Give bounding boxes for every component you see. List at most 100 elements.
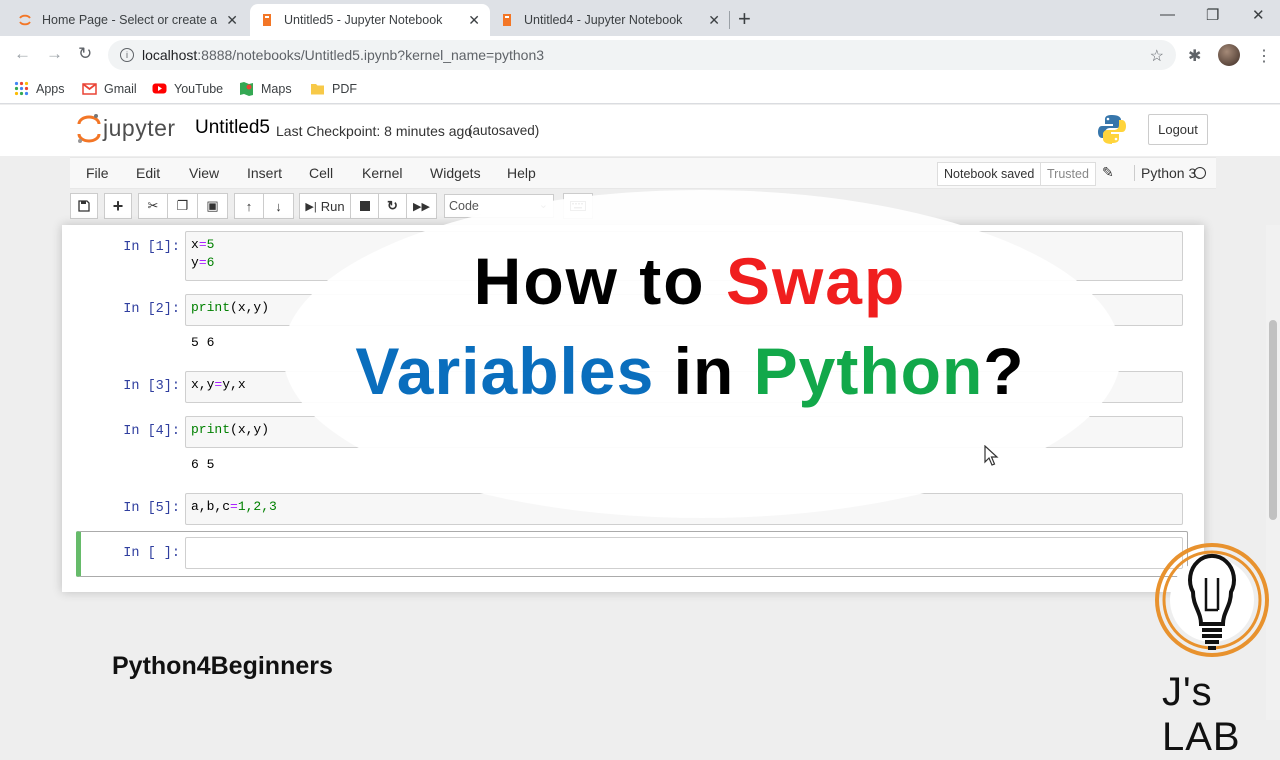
last-checkpoint: Last Checkpoint: 8 minutes ago: [276, 123, 473, 139]
kernel-name[interactable]: Python 3: [1134, 165, 1196, 181]
code-token: =: [230, 499, 238, 514]
save-icon: [78, 200, 90, 212]
menu-file[interactable]: File: [86, 165, 109, 181]
copy-icon: ❐: [176, 198, 189, 213]
code-token: x,y: [191, 377, 215, 392]
jupyter-wordmark: jupyter: [103, 115, 176, 141]
url-field[interactable]: i localhost:8888/notebooks/Untitled5.ipy…: [108, 40, 1176, 70]
new-tab-icon[interactable]: +: [738, 6, 751, 32]
tab-untitled4[interactable]: Untitled4 - Jupyter Notebook ✕: [490, 4, 730, 36]
avatar[interactable]: [1218, 44, 1240, 66]
browser-tab-bar: Home Page - Select or create a no ✕ Unti…: [0, 0, 1280, 36]
bookmark-label: Maps: [261, 81, 292, 96]
code-token: y: [191, 255, 199, 270]
minimize-icon[interactable]: —: [1160, 6, 1175, 23]
reload-icon[interactable]: ↻: [78, 44, 92, 64]
scissors-icon: ✂: [147, 198, 159, 213]
jupyter-logo-icon[interactable]: [76, 112, 102, 146]
bookmark-pdf[interactable]: PDF: [310, 81, 357, 96]
headline-swap: Swap: [725, 244, 907, 318]
cell-type-value: Code: [449, 199, 479, 213]
menu-view[interactable]: View: [189, 165, 219, 181]
move-down-button[interactable]: ↓: [264, 193, 294, 219]
channel-brand: Python4Beginners: [112, 652, 333, 680]
apps-grid-icon: [14, 81, 29, 96]
paste-button[interactable]: ▣: [198, 193, 228, 219]
copy-button[interactable]: ❐: [168, 193, 198, 219]
headline-line-2: Variables in Python?: [300, 333, 1080, 409]
tab-home-page[interactable]: Home Page - Select or create a no ✕: [8, 4, 248, 36]
tab-title: Untitled5 - Jupyter Notebook: [284, 13, 443, 27]
bookmark-gmail[interactable]: Gmail: [82, 81, 137, 96]
close-tab-icon[interactable]: ✕: [468, 12, 480, 29]
code-cell[interactable]: In [ ]:: [62, 537, 1204, 571]
mouse-pointer-icon: [984, 445, 999, 466]
notebook-favicon-icon: [503, 14, 511, 26]
bookmark-star-icon[interactable]: ☆: [1150, 46, 1164, 66]
menu-help[interactable]: Help: [507, 165, 536, 181]
restart-run-all-button[interactable]: ▶▶: [407, 193, 437, 219]
menu-kernel[interactable]: Kernel: [362, 165, 402, 181]
forward-icon[interactable]: →: [46, 44, 63, 64]
logout-button[interactable]: Logout: [1148, 114, 1208, 145]
move-up-button[interactable]: ↑: [234, 193, 264, 219]
jupyter-header: [0, 105, 1280, 156]
fast-forward-icon: ▶▶: [413, 200, 430, 213]
headline-variables: Variables: [355, 334, 655, 408]
step-forward-icon: ▶|: [305, 200, 317, 213]
address-bar-row: ← → ↻ i localhost:8888/notebooks/Untitle…: [0, 36, 1280, 74]
headline-python: Python: [753, 334, 984, 408]
code-token: =: [198, 255, 207, 270]
arrow-down-icon: ↓: [275, 198, 282, 214]
kernel-idle-icon: [1194, 167, 1206, 179]
input-prompt: In [2]:: [123, 302, 180, 317]
headline-line-1: How to Swap: [300, 243, 1080, 319]
trusted-indicator[interactable]: Trusted: [1040, 162, 1096, 186]
site-info-icon[interactable]: i: [120, 48, 134, 62]
menu-dots-icon[interactable]: ⋮: [1256, 46, 1272, 66]
interrupt-button[interactable]: [351, 193, 379, 219]
menu-edit[interactable]: Edit: [136, 165, 160, 181]
close-window-icon[interactable]: ✕: [1252, 6, 1265, 24]
menu-widgets[interactable]: Widgets: [430, 165, 481, 181]
tab-separator: [729, 11, 730, 29]
restart-icon: ↻: [387, 198, 398, 213]
run-button[interactable]: ▶| Run: [299, 193, 351, 219]
scrollbar-thumb[interactable]: [1269, 320, 1277, 520]
code-token: print: [191, 422, 231, 437]
close-tab-icon[interactable]: ✕: [226, 12, 238, 29]
cell-output: 5 6: [191, 335, 215, 350]
close-tab-icon[interactable]: ✕: [708, 12, 720, 29]
input-prompt: In [1]:: [123, 240, 180, 255]
stop-icon: [359, 201, 370, 211]
url-path: :8888/notebooks/Untitled5.ipynb?kernel_n…: [197, 47, 545, 63]
code-token: x: [191, 237, 199, 252]
restore-icon[interactable]: ❐: [1206, 6, 1219, 24]
cut-button[interactable]: ✂: [138, 193, 168, 219]
code-token: y,x: [222, 377, 246, 392]
maps-icon: [240, 82, 253, 96]
extensions-icon[interactable]: ✱: [1188, 46, 1201, 66]
insert-cell-button[interactable]: +: [104, 193, 132, 219]
arrow-up-icon: ↑: [245, 198, 253, 214]
tab-untitled5[interactable]: Untitled5 - Jupyter Notebook ✕: [250, 4, 490, 36]
bookmark-label: PDF: [332, 81, 357, 96]
bookmark-maps[interactable]: Maps: [239, 81, 292, 96]
bookmark-label: YouTube: [174, 81, 224, 96]
bookmark-label: Apps: [36, 81, 65, 96]
code-input-empty[interactable]: [185, 537, 1183, 569]
bookmark-apps[interactable]: Apps: [14, 81, 65, 96]
input-prompt: In [3]:: [123, 379, 180, 394]
autosave-status: (autosaved): [468, 123, 540, 138]
code-token: a,b,c: [191, 499, 231, 514]
headline-text: How to: [473, 244, 726, 318]
save-button[interactable]: [70, 193, 98, 219]
notebook-title[interactable]: Untitled5: [195, 117, 270, 139]
paste-icon: ▣: [206, 198, 219, 213]
code-token: (x,y): [230, 422, 270, 437]
bookmark-youtube[interactable]: YouTube: [152, 81, 223, 96]
back-icon[interactable]: ←: [14, 44, 31, 64]
restart-button[interactable]: ↻: [379, 193, 407, 219]
menu-insert[interactable]: Insert: [247, 165, 282, 181]
menu-cell[interactable]: Cell: [309, 165, 333, 181]
